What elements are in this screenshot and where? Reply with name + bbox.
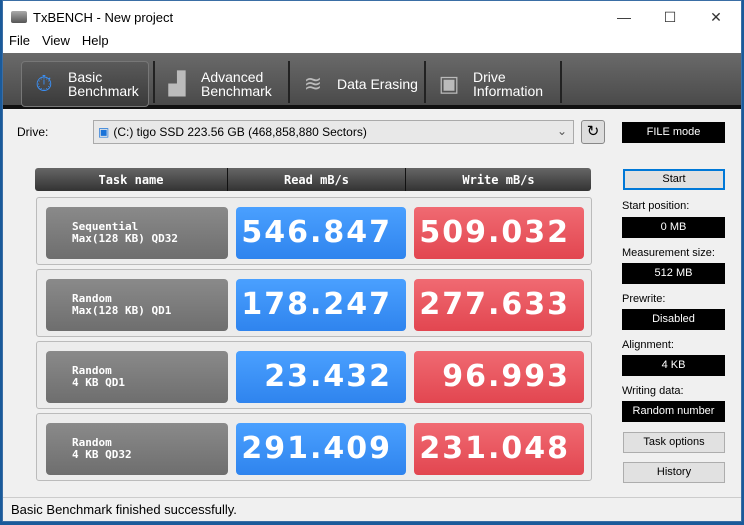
write-value: 509.032 bbox=[414, 207, 584, 259]
mode-indicator[interactable]: FILE mode bbox=[622, 122, 725, 143]
minimize-button[interactable]: — bbox=[601, 1, 647, 33]
header-write: Write mB/s bbox=[462, 172, 535, 187]
bar-chart-icon: ▟ bbox=[168, 71, 186, 96]
toolbar: ⏱ Basic Benchmark ▟ Advanced Benchmark ≋ D… bbox=[3, 53, 741, 109]
writing-data-value[interactable]: Random number bbox=[622, 401, 725, 422]
tab-label: Benchmark bbox=[201, 83, 272, 99]
menu-view[interactable]: View bbox=[36, 33, 76, 53]
read-value: 178.247 bbox=[236, 279, 406, 331]
maximize-button[interactable]: ☐ bbox=[647, 1, 693, 33]
read-value: 546.847 bbox=[236, 207, 406, 259]
write-value: 96.993 bbox=[414, 351, 584, 403]
drive-label: Drive: bbox=[17, 125, 49, 139]
start-position-value[interactable]: 0 MB bbox=[622, 217, 725, 238]
app-window: TxBENCH - New project — ☐ ✕ File View He… bbox=[2, 0, 742, 522]
prewrite-value[interactable]: Disabled bbox=[622, 309, 725, 330]
prewrite-label: Prewrite: bbox=[622, 293, 666, 305]
table-row: Random Max(128 KB) QD1 178.247 277.633 bbox=[36, 269, 592, 337]
alignment-value[interactable]: 4 KB bbox=[622, 355, 725, 376]
divider bbox=[560, 61, 562, 103]
task-options-button[interactable]: Task options bbox=[623, 432, 725, 453]
app-icon bbox=[11, 11, 27, 23]
tab-data-erasing[interactable]: ≋ Data Erasing bbox=[291, 61, 421, 107]
tab-label: Benchmark bbox=[68, 83, 139, 99]
start-button[interactable]: Start bbox=[623, 169, 725, 190]
header-task-name: Task name bbox=[35, 168, 228, 191]
read-value: 291.409 bbox=[236, 423, 406, 475]
window-title: TxBENCH - New project bbox=[33, 9, 174, 25]
table-row: Random 4 KB QD32 291.409 231.048 bbox=[36, 413, 592, 481]
table-header: Task name Read mB/s Write mB/s bbox=[35, 168, 591, 191]
start-position-label: Start position: bbox=[622, 200, 690, 212]
divider bbox=[424, 61, 426, 103]
divider bbox=[288, 61, 290, 103]
measurement-size-label: Measurement size: bbox=[622, 247, 715, 259]
menu-help[interactable]: Help bbox=[76, 33, 115, 53]
task-name-button[interactable]: Sequential Max(128 KB) QD32 bbox=[46, 207, 228, 259]
table-row: Sequential Max(128 KB) QD32 546.847 509.… bbox=[36, 197, 592, 265]
refresh-icon: ↻ bbox=[586, 123, 600, 140]
menu-file[interactable]: File bbox=[3, 33, 36, 53]
drive-icon: ▣ bbox=[98, 125, 110, 139]
tab-label: Information bbox=[473, 83, 544, 99]
read-value: 23.432 bbox=[236, 351, 406, 403]
menu-bar: File View Help bbox=[3, 33, 741, 53]
write-value: 277.633 bbox=[414, 279, 584, 331]
close-button[interactable]: ✕ bbox=[693, 1, 739, 33]
eraser-icon: ≋ bbox=[303, 71, 323, 96]
writing-data-label: Writing data: bbox=[622, 385, 684, 397]
tab-advanced-benchmark[interactable]: ▟ Advanced Benchmark bbox=[155, 61, 285, 107]
table-row: Random 4 KB QD1 23.432 96.993 bbox=[36, 341, 592, 409]
task-name-button[interactable]: Random Max(128 KB) QD1 bbox=[46, 279, 228, 331]
stopwatch-icon: ⏱ bbox=[35, 71, 53, 96]
measurement-size-value[interactable]: 512 MB bbox=[622, 263, 725, 284]
tab-label: Data Erasing bbox=[337, 76, 418, 92]
header-read: Read mB/s bbox=[228, 168, 406, 191]
chevron-down-icon: ⌄ bbox=[556, 124, 567, 138]
drive-value: (C:) tigo SSD 223.56 GB (468,858,880 Sec… bbox=[113, 125, 367, 139]
alignment-label: Alignment: bbox=[622, 339, 674, 351]
task-name-button[interactable]: Random 4 KB QD32 bbox=[46, 423, 228, 475]
title-bar: TxBENCH - New project — ☐ ✕ bbox=[3, 1, 741, 33]
task-name-button[interactable]: Random 4 KB QD1 bbox=[46, 351, 228, 403]
refresh-button[interactable]: ↻ bbox=[581, 120, 605, 144]
tab-basic-benchmark[interactable]: ⏱ Basic Benchmark bbox=[21, 61, 149, 107]
history-button[interactable]: History bbox=[623, 462, 725, 483]
drive-info-icon: ▣ bbox=[438, 71, 460, 96]
status-bar: Basic Benchmark finished successfully. bbox=[3, 497, 741, 521]
tab-drive-information[interactable]: ▣ Drive Information bbox=[427, 61, 557, 107]
write-value: 231.048 bbox=[414, 423, 584, 475]
drive-select[interactable]: ▣ (C:) tigo SSD 223.56 GB (468,858,880 S… bbox=[93, 120, 574, 144]
